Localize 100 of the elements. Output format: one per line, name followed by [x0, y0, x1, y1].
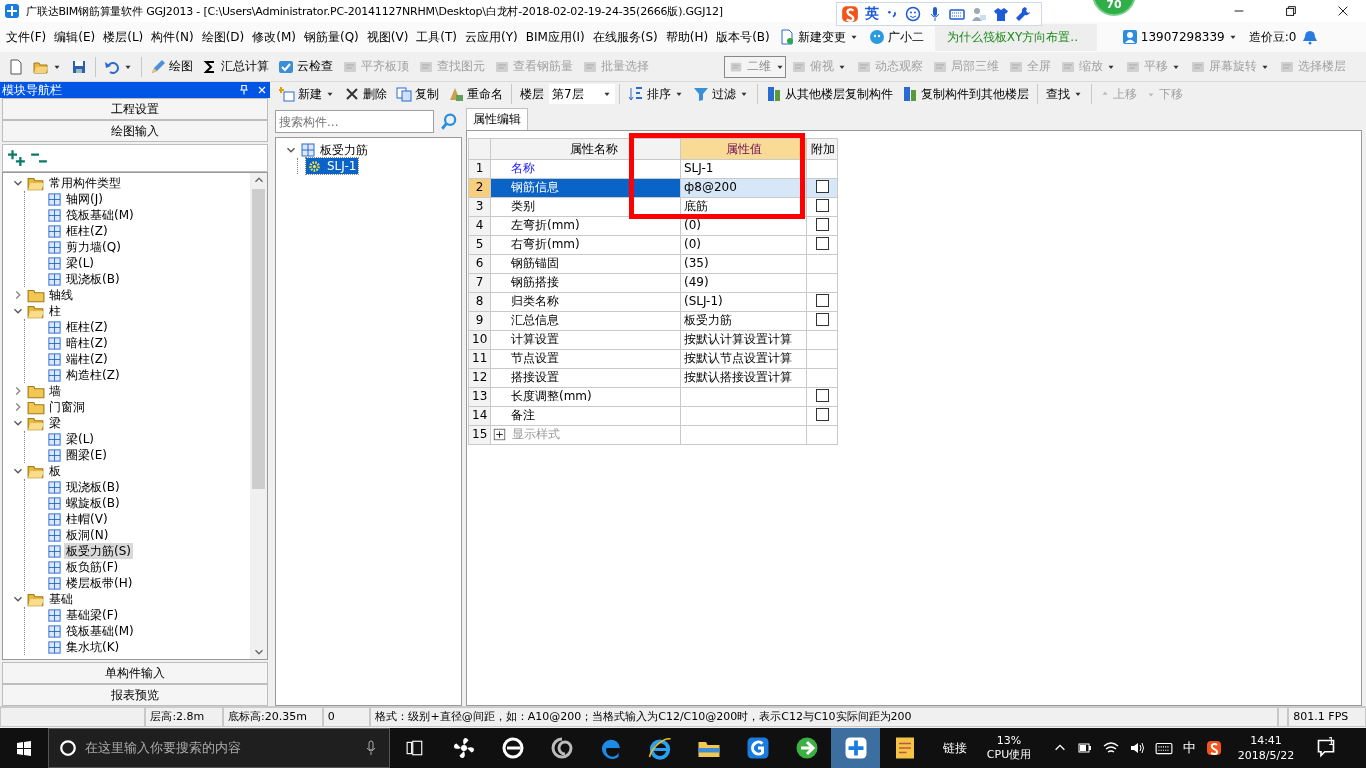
- menu-item[interactable]: 绘图(D): [197, 28, 249, 46]
- section-button[interactable]: 单构件输入: [2, 662, 268, 684]
- menu-item[interactable]: 在线服务(S): [588, 28, 662, 46]
- menu-item[interactable]: 帮助(H): [661, 28, 713, 46]
- expand-button[interactable]: [493, 428, 506, 441]
- property-value[interactable]: 按默认搭接设置计算: [680, 368, 807, 388]
- tree-item[interactable]: 基础梁(F): [64, 607, 121, 623]
- property-value[interactable]: 按默认计算设置计算: [680, 330, 807, 350]
- tree-item[interactable]: 筏板基础(M): [64, 207, 136, 223]
- toolbar-button[interactable]: 复制构件到其他楼层: [898, 82, 1033, 106]
- property-value[interactable]: 按默认节点设置计算: [680, 349, 807, 369]
- property-row[interactable]: 14 备注: [468, 406, 838, 426]
- tree-item[interactable]: 现浇板(B): [64, 479, 122, 495]
- toolbar-button[interactable]: 复制: [392, 82, 443, 106]
- tab[interactable]: 属性编辑: [466, 108, 528, 130]
- menu-item[interactable]: 构件(N): [147, 28, 198, 46]
- tree-item[interactable]: 板负筋(F): [64, 559, 121, 575]
- input-language[interactable]: 中: [1183, 739, 1196, 757]
- section-button[interactable]: 报表预览: [2, 684, 268, 706]
- tree-item[interactable]: 梁(L): [64, 431, 97, 447]
- tree-item[interactable]: SLJ-1: [306, 158, 359, 174]
- menu-item[interactable]: 楼层(L): [99, 28, 148, 46]
- menu-item[interactable]: BIM应用(I): [521, 28, 589, 46]
- ime-mode[interactable]: 英: [865, 5, 879, 23]
- menu-item[interactable]: 钢筋量(Q): [299, 28, 363, 46]
- toolbar-button[interactable]: 绘图: [146, 54, 197, 79]
- property-row[interactable]: 8 归类名称 (SLJ-1): [468, 292, 838, 312]
- property-row[interactable]: 5 右弯折(mm) (0): [468, 235, 838, 255]
- checkbox[interactable]: [815, 408, 829, 421]
- toolbar-button[interactable]: 查找: [1042, 82, 1087, 106]
- toolbar-button[interactable]: 删除: [340, 82, 391, 106]
- tree-item[interactable]: 板: [47, 463, 63, 479]
- tree-item[interactable]: 集水坑(K): [64, 639, 122, 655]
- toolbar-button[interactable]: 从其他楼层复制构件: [762, 82, 897, 106]
- property-row[interactable]: 11 节点设置 按默认节点设置计算: [468, 349, 838, 369]
- tree-item[interactable]: 墙: [47, 383, 63, 399]
- tree-item[interactable]: 基础: [47, 591, 75, 607]
- property-value[interactable]: (35): [680, 254, 807, 274]
- pin-button[interactable]: [238, 84, 250, 96]
- expand-all-button[interactable]: [8, 149, 26, 167]
- property-row[interactable]: 12 搭接设置 按默认搭接设置计算: [468, 368, 838, 388]
- property-value[interactable]: 板受力筋: [680, 311, 807, 331]
- tree-item[interactable]: 梁: [47, 415, 63, 431]
- property-row[interactable]: 3 类别 底筋: [468, 197, 838, 217]
- tree-item[interactable]: 门窗洞: [47, 399, 87, 415]
- property-value[interactable]: (49): [680, 273, 807, 293]
- toolbar-button[interactable]: 排序: [624, 82, 688, 106]
- close-button[interactable]: [256, 84, 268, 96]
- new-change-button[interactable]: 新建变更: [773, 28, 864, 46]
- menu-item[interactable]: 编辑(E): [50, 28, 100, 46]
- checkbox[interactable]: [815, 294, 829, 307]
- tree-item[interactable]: 常用构件类型: [47, 175, 123, 191]
- toolbar-button[interactable]: 过滤: [689, 82, 753, 106]
- tree-item[interactable]: 剪力墙(Q): [64, 239, 123, 255]
- property-value[interactable]: (SLJ-1): [680, 292, 807, 312]
- tree-item[interactable]: 框柱(Z): [64, 319, 110, 335]
- assistant-button[interactable]: 广小二: [863, 28, 929, 46]
- scrollbar[interactable]: [250, 173, 267, 659]
- property-row[interactable]: 1 名称 SLJ-1: [468, 159, 838, 179]
- section-button[interactable]: 绘图输入: [2, 120, 268, 142]
- toolbar-button[interactable]: 汇总计算: [198, 54, 273, 79]
- property-row[interactable]: 13 长度调整(mm): [468, 387, 838, 407]
- tree-item[interactable]: 轴网(J): [64, 191, 105, 207]
- menu-item[interactable]: 视图(V): [362, 28, 413, 46]
- tree-item[interactable]: 构造柱(Z): [64, 367, 122, 383]
- menu-item[interactable]: 工具(T): [412, 28, 462, 46]
- menu-item[interactable]: 云应用(Y): [461, 28, 522, 46]
- tree-item[interactable]: 板受力筋: [318, 142, 370, 158]
- links-toolbar[interactable]: 链接: [929, 739, 977, 757]
- checkbox[interactable]: [815, 237, 829, 250]
- account-button[interactable]: 13907298339: [1116, 29, 1243, 45]
- property-row[interactable]: 7 钢筋搭接 (49): [468, 273, 838, 293]
- tree-item[interactable]: 圈梁(E): [64, 447, 109, 463]
- tree-item[interactable]: 楼层板带(H): [64, 575, 135, 591]
- tree-item[interactable]: 板受力筋(S): [64, 543, 133, 559]
- tree-item[interactable]: 轴线: [47, 287, 75, 303]
- checkbox[interactable]: [815, 218, 829, 231]
- property-row[interactable]: 6 钢筋锚固 (35): [468, 254, 838, 274]
- scroll-thumb[interactable]: [252, 189, 265, 489]
- menu-item[interactable]: 文件(F): [2, 28, 51, 46]
- tree-item[interactable]: 螺旋板(B): [64, 495, 122, 511]
- property-row[interactable]: 10 计算设置 按默认计算设置计算: [468, 330, 838, 350]
- checkbox[interactable]: [815, 313, 829, 326]
- checkbox[interactable]: [815, 199, 829, 212]
- menu-item[interactable]: 版本号(B): [712, 28, 774, 46]
- toolbar-button[interactable]: 新建: [275, 82, 339, 106]
- toolbar-button[interactable]: 云检查: [274, 54, 337, 79]
- property-row[interactable]: 9 汇总信息 板受力筋: [468, 311, 838, 331]
- menu-item[interactable]: 修改(M): [248, 28, 300, 46]
- tree-item[interactable]: 柱: [47, 303, 63, 319]
- section-button[interactable]: 工程设置: [2, 98, 268, 120]
- tree-item[interactable]: 筏板基础(M): [64, 623, 136, 639]
- tree-item[interactable]: 端柱(Z): [64, 351, 110, 367]
- property-value[interactable]: (0): [680, 216, 807, 236]
- property-value[interactable]: (0): [680, 235, 807, 255]
- tree-item[interactable]: 板洞(N): [64, 527, 111, 543]
- property-row[interactable]: 4 左弯折(mm) (0): [468, 216, 838, 236]
- tree-item[interactable]: 框柱(Z): [64, 223, 110, 239]
- search-field[interactable]: 搜索构件...: [275, 110, 434, 133]
- tree-item[interactable]: 现浇板(B): [64, 271, 122, 287]
